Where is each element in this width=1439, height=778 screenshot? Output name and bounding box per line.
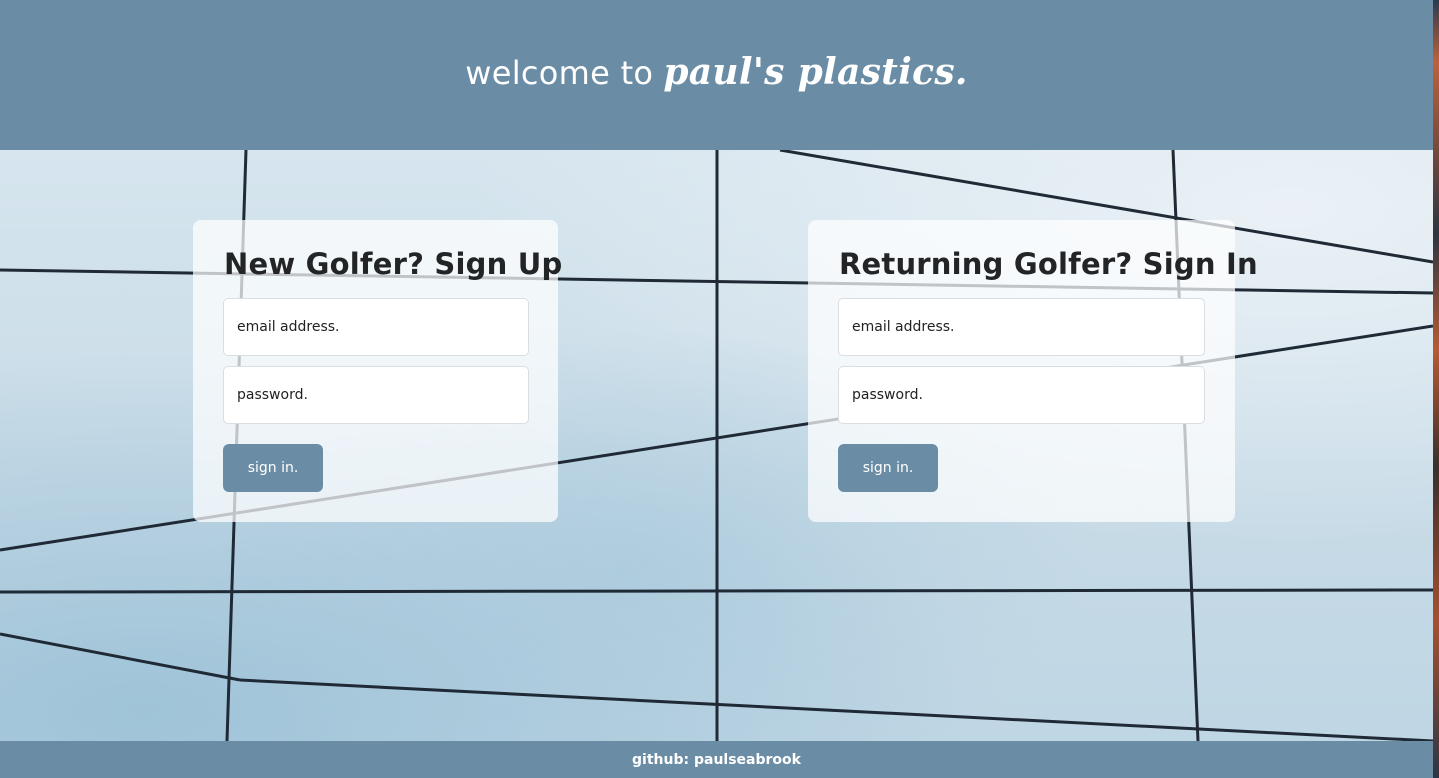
site-header: welcome to paul's plastics.	[0, 0, 1433, 150]
signup-card: New Golfer? Sign Up email address. passw…	[193, 220, 562, 522]
page-title: welcome to paul's plastics.	[465, 51, 968, 93]
github-link[interactable]: github: paulseabrook	[632, 752, 801, 768]
screen-edge-strip	[1433, 0, 1439, 778]
brand-name: paul's plastics.	[663, 50, 968, 93]
signin-password-input[interactable]: password.	[838, 366, 1205, 424]
signup-title: New Golfer? Sign Up	[224, 247, 563, 281]
signin-title: Returning Golfer? Sign In	[839, 247, 1258, 281]
signup-email-input[interactable]: email address.	[223, 298, 529, 356]
signin-card: Returning Golfer? Sign In email address.…	[808, 220, 1258, 522]
signup-submit-button[interactable]: sign in.	[223, 444, 323, 492]
signin-submit-button[interactable]: sign in.	[838, 444, 938, 492]
site-footer: github: paulseabrook	[0, 741, 1433, 778]
signup-password-input[interactable]: password.	[223, 366, 529, 424]
signin-email-input[interactable]: email address.	[838, 298, 1205, 356]
welcome-text: welcome to	[465, 53, 654, 92]
